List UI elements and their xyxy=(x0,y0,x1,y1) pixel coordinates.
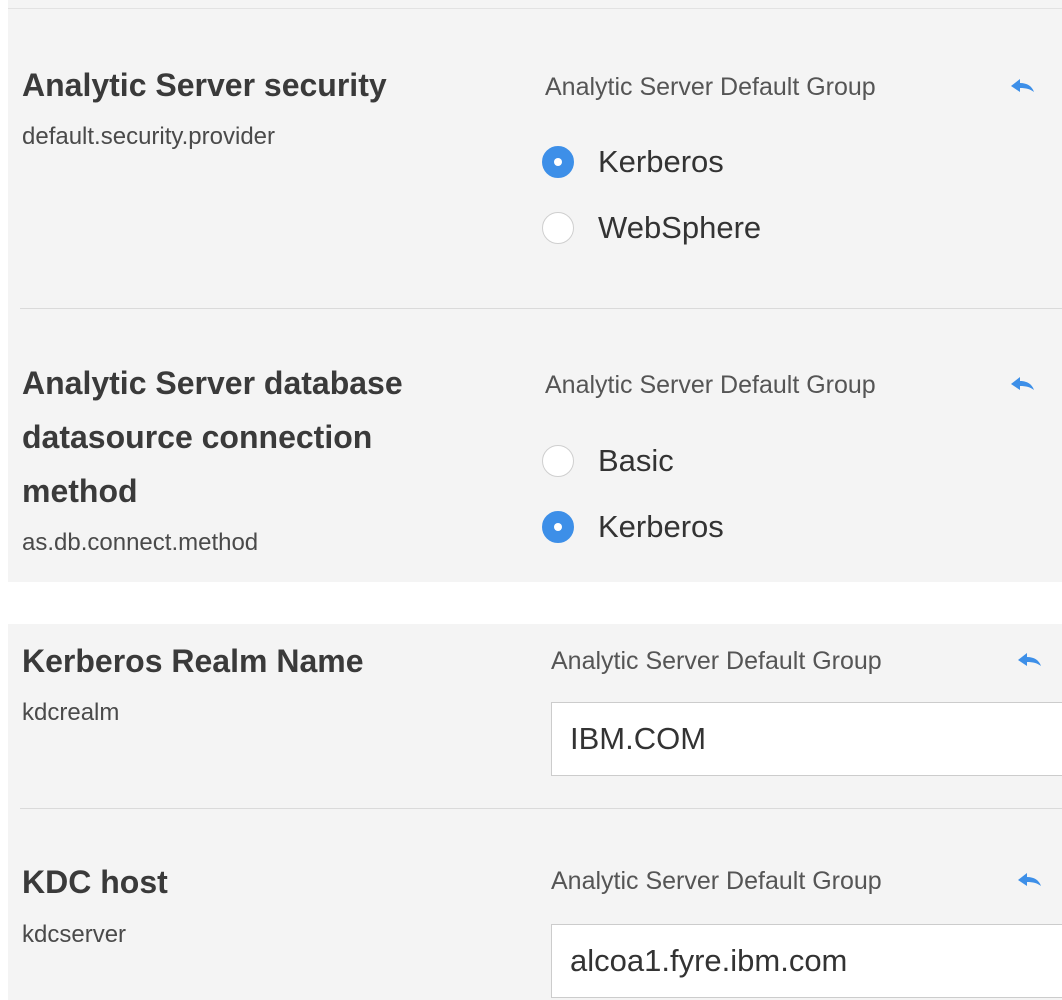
setting-title-line: Analytic Server database xyxy=(22,365,403,401)
undo-arrow-icon[interactable] xyxy=(1018,651,1042,671)
settings-panel-security: Analytic Server security default.securit… xyxy=(8,0,1062,582)
setting-title-line: datasource connection xyxy=(22,419,373,455)
radio-label: Kerberos xyxy=(598,144,724,179)
radio-option-kerberos[interactable]: Kerberos xyxy=(542,507,724,547)
settings-panel-kerberos: Kerberos Realm Name kdcrealm Analytic Se… xyxy=(8,624,1062,1000)
setting-key: as.db.connect.method xyxy=(22,529,259,556)
radio-button[interactable] xyxy=(542,445,574,477)
setting-title-line: Kerberos Realm Name xyxy=(22,643,364,679)
kdc-host-input[interactable] xyxy=(551,924,1062,998)
setting-title-security: Analytic Server security xyxy=(22,58,387,112)
radio-option-basic[interactable]: Basic xyxy=(542,441,674,481)
undo-arrow-icon[interactable] xyxy=(1011,77,1035,97)
undo-arrow-icon[interactable] xyxy=(1018,871,1042,891)
radio-label: WebSphere xyxy=(598,210,762,245)
setting-group-label: Analytic Server Default Group xyxy=(545,73,876,101)
radio-button[interactable] xyxy=(542,212,574,244)
setting-title-kerberos-realm: Kerberos Realm Name xyxy=(22,634,363,688)
setting-title-kdc-host: KDC host xyxy=(22,855,168,909)
radio-button-selected[interactable] xyxy=(542,511,574,543)
setting-key: kdcserver xyxy=(22,921,127,948)
panel-top-border xyxy=(8,8,1062,9)
radio-button-selected[interactable] xyxy=(542,146,574,178)
kerberos-realm-input[interactable] xyxy=(551,702,1062,776)
setting-key: default.security.provider xyxy=(22,123,276,150)
divider xyxy=(20,808,1062,809)
setting-title-line: Analytic Server security xyxy=(22,67,387,103)
radio-option-websphere[interactable]: WebSphere xyxy=(542,208,761,248)
setting-title-line: method xyxy=(22,473,138,509)
setting-title-line: KDC host xyxy=(22,864,168,900)
setting-title-db-connect-method: Analytic Server database datasource conn… xyxy=(22,356,403,518)
radio-option-kerberos[interactable]: Kerberos xyxy=(542,142,724,182)
setting-key: kdcrealm xyxy=(22,699,120,726)
setting-group-label: Analytic Server Default Group xyxy=(551,647,882,675)
divider xyxy=(20,308,1062,309)
setting-group-label: Analytic Server Default Group xyxy=(545,371,876,399)
setting-group-label: Analytic Server Default Group xyxy=(551,867,882,895)
undo-arrow-icon[interactable] xyxy=(1011,375,1035,395)
radio-label: Basic xyxy=(598,443,674,478)
radio-label: Kerberos xyxy=(598,509,724,544)
